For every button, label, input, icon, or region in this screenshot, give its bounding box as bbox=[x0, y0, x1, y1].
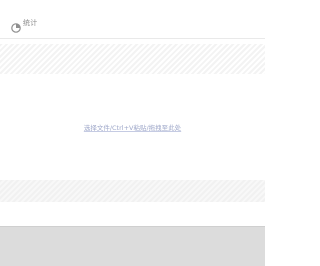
drop-hint-link[interactable]: 选择文件/Ctrl+V粘贴/拖拽至此处 bbox=[84, 122, 181, 132]
chart-icon bbox=[11, 18, 21, 33]
stats-label: 统计 bbox=[23, 19, 38, 27]
striped-band-top bbox=[0, 44, 265, 74]
bottom-panel bbox=[0, 226, 265, 266]
stats-header[interactable]: 统计 bbox=[11, 16, 38, 33]
file-drop-zone[interactable]: 选择文件/Ctrl+V粘贴/拖拽至此处 bbox=[0, 74, 265, 180]
header-divider bbox=[0, 38, 265, 39]
striped-band-bottom bbox=[0, 180, 265, 202]
